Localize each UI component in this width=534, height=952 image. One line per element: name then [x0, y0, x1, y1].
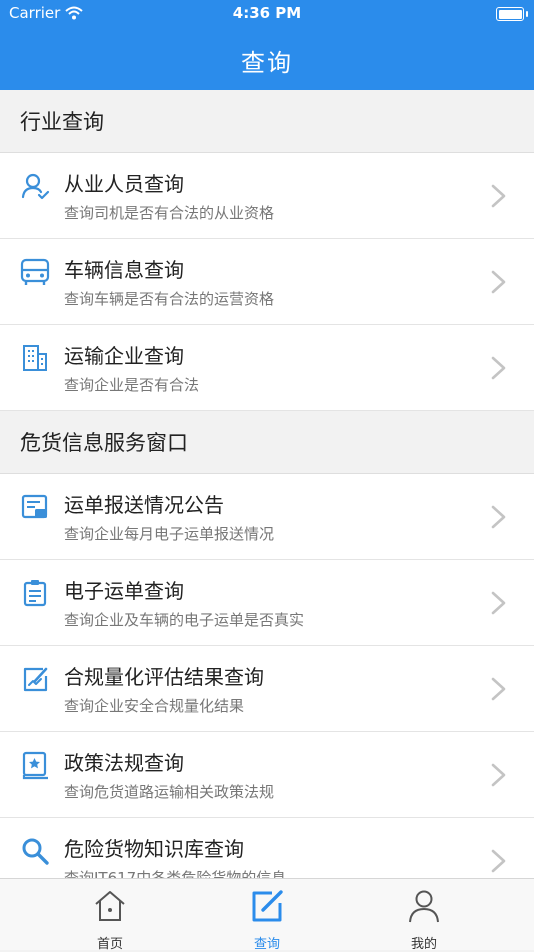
query-list[interactable]: 行业查询 从业人员查询 查询司机是否有合法的从业资格 车辆信息查询 查询车辆是否…	[0, 90, 534, 878]
item-title: 政策法规查询	[64, 751, 184, 775]
item-subtitle: 查询企业每月电子运单报送情况	[64, 525, 275, 543]
chevron-right-icon	[491, 849, 506, 873]
tab-label: 首页	[96, 937, 123, 952]
item-subtitle: 查询企业是否有合法	[64, 376, 200, 394]
tab-home[interactable]: 首页	[60, 887, 160, 952]
chevron-right-icon	[491, 677, 506, 701]
status-time: 4:36 PM	[232, 4, 302, 22]
item-subtitle: 查询企业及车辆的电子运单是否真实	[64, 611, 305, 629]
list-item-vehicle-query[interactable]: 车辆信息查询 查询车辆是否有合法的运营资格	[0, 239, 534, 325]
item-title: 运单报送情况公告	[64, 493, 224, 517]
item-title: 运输企业查询	[64, 344, 184, 368]
car-icon	[20, 258, 50, 285]
person-icon	[21, 173, 50, 200]
item-subtitle: 查询车辆是否有合法的运营资格	[64, 290, 275, 308]
item-subtitle: 查询JT617中各类危险货物的信息	[64, 869, 287, 878]
chevron-right-icon	[491, 270, 506, 294]
item-title: 车辆信息查询	[64, 258, 184, 282]
item-subtitle: 查询危货道路运输相关政策法规	[64, 783, 275, 801]
tab-label: 查询	[253, 937, 280, 952]
list-item-dangerous-goods-knowledge[interactable]: 危险货物知识库查询 查询JT617中各类危险货物的信息	[0, 818, 534, 878]
profile-icon	[409, 890, 439, 923]
search-icon	[22, 838, 49, 865]
item-subtitle: 查询企业安全合规量化结果	[64, 697, 245, 715]
status-bar: Carrier 4:36 PM	[0, 0, 534, 28]
item-subtitle: 查询司机是否有合法的从业资格	[64, 204, 275, 222]
section-header-dangerous-goods: 危货信息服务窗口	[0, 411, 534, 474]
list-item-policy-query[interactable]: 政策法规查询 查询危货道路运输相关政策法规	[0, 732, 534, 818]
edit-chart-icon	[23, 667, 48, 692]
item-title: 合规量化评估结果查询	[64, 665, 264, 689]
list-item-compliance-assessment[interactable]: 合规量化评估结果查询 查询企业安全合规量化结果	[0, 646, 534, 732]
list-item-waybill-report[interactable]: 运单报送情况公告 查询企业每月电子运单报送情况	[0, 474, 534, 560]
report-icon	[21, 494, 48, 519]
list-item-e-waybill-query[interactable]: 电子运单查询 查询企业及车辆的电子运单是否真实	[0, 560, 534, 646]
item-title: 危险货物知识库查询	[64, 837, 244, 861]
home-icon	[95, 891, 125, 921]
clipboard-icon	[23, 580, 47, 607]
section-header-industry: 行业查询	[0, 90, 534, 153]
tab-bar: 首页 查询 我的	[0, 878, 534, 952]
query-edit-icon	[252, 890, 283, 922]
chevron-right-icon	[491, 184, 506, 208]
page-title: 查询	[241, 49, 293, 77]
building-icon	[23, 345, 47, 371]
tab-label: 我的	[410, 937, 437, 952]
tab-query[interactable]: 查询	[217, 887, 317, 952]
list-item-practitioner-query[interactable]: 从业人员查询 查询司机是否有合法的从业资格	[0, 153, 534, 239]
item-title: 从业人员查询	[64, 172, 184, 196]
item-title: 电子运单查询	[64, 579, 184, 603]
chevron-right-icon	[491, 356, 506, 380]
chevron-right-icon	[491, 505, 506, 529]
policy-icon	[22, 751, 48, 780]
chevron-right-icon	[491, 763, 506, 787]
tab-profile[interactable]: 我的	[374, 887, 474, 952]
list-item-enterprise-query[interactable]: 运输企业查询 查询企业是否有合法	[0, 325, 534, 411]
nav-header: Carrier 4:36 PM 查询	[0, 0, 534, 90]
battery-icon	[496, 7, 528, 21]
chevron-right-icon	[491, 591, 506, 615]
